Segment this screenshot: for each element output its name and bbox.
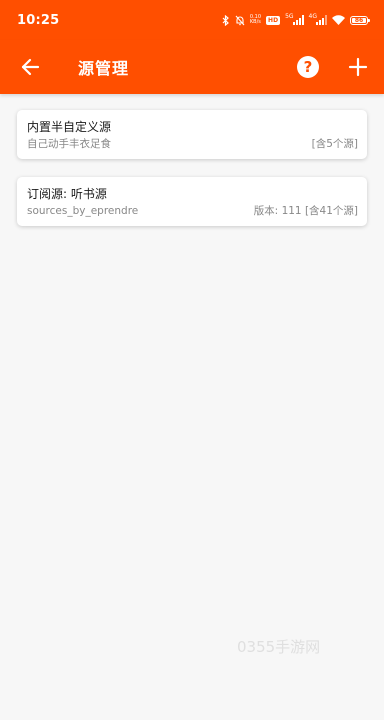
battery-level: 86 <box>354 16 364 24</box>
signal-icon-2: 4G <box>308 13 327 25</box>
app-bar: 源管理 ? <box>0 40 384 94</box>
hd-tag: HD <box>266 15 281 25</box>
battery-icon: 86 <box>350 15 370 25</box>
help-button[interactable]: ? <box>293 52 323 82</box>
source-meta: 版本: 111 [含41个源] <box>253 205 358 217</box>
signal-1-label: 5G <box>285 13 294 20</box>
help-symbol: ? <box>303 58 313 76</box>
back-button[interactable] <box>14 51 46 83</box>
signal-icon: 5G <box>285 13 304 25</box>
source-details: sources_by_eprendre 版本: 111 [含41个源] <box>27 204 358 218</box>
help-icon: ? <box>297 56 319 78</box>
page-title: 源管理 <box>78 59 130 78</box>
source-subtitle: sources_by_eprendre <box>27 205 139 217</box>
source-title: 订阅源: 听书源 <box>27 187 107 201</box>
net-speed-unit: KB/s <box>249 19 261 25</box>
status-icons: 0.10 KB/s HD 5G 4G 86 <box>221 13 370 26</box>
status-time: 10:25 <box>17 12 60 28</box>
source-card[interactable]: 订阅源: 听书源 sources_by_eprendre 版本: 111 [含4… <box>17 177 367 226</box>
status-bar: 10:25 0.10 KB/s HD 5G 4G 86 <box>0 0 384 40</box>
add-source-button[interactable] <box>342 51 374 83</box>
signal-2-label: 4G <box>308 13 317 20</box>
source-card[interactable]: 内置半自定义源 自己动手丰衣足食 [含5个源] <box>17 110 367 159</box>
plus-icon <box>348 57 368 77</box>
mute-icon <box>235 15 245 26</box>
source-subtitle: 自己动手丰衣足食 <box>27 138 111 150</box>
net-speed: 0.10 KB/s <box>250 15 261 25</box>
source-details: 自己动手丰衣足食 [含5个源] <box>27 137 358 151</box>
back-arrow-icon <box>21 58 40 76</box>
wifi-icon <box>332 15 345 25</box>
source-meta: [含5个源] <box>311 138 358 150</box>
watermark: 0355手游网 <box>237 638 321 656</box>
bluetooth-icon <box>221 14 230 26</box>
source-title: 内置半自定义源 <box>27 120 112 134</box>
